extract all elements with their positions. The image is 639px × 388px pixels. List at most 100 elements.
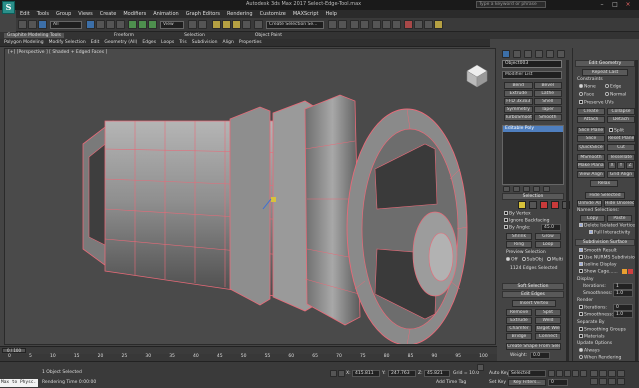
hide-unselected-button[interactable]: Hide Unselected [604,200,635,207]
extrude-button[interactable]: Extrude [504,90,533,97]
utilities-tab-icon[interactable] [557,50,565,58]
undo-icon[interactable] [18,20,27,29]
border-mode-icon[interactable] [540,201,548,209]
hide-selected-button[interactable]: Hide Selected [585,192,625,199]
edit-geometry-rollout[interactable]: Edit Geometry [575,60,635,67]
menu-modifiers[interactable]: Modifiers [123,11,146,17]
display-tab-icon[interactable] [546,50,554,58]
mirror-icon[interactable] [328,20,337,29]
align-icon[interactable] [338,20,347,29]
modifier-stack[interactable]: Editable Poly [502,125,564,185]
delete-isolated-checkbox[interactable]: Delete Isolated Vertices [579,223,637,229]
scene-explorer-icon[interactable] [350,20,359,29]
ribbon-tris[interactable]: Tris [179,40,187,45]
select-object-icon[interactable] [86,20,95,29]
bevel-button[interactable]: Bevel [533,82,562,89]
remove-button[interactable]: Remove [506,309,532,316]
insert-vertex-button[interactable]: Insert Vertex [512,300,556,307]
render-production-icon[interactable] [434,20,443,29]
render-setup-icon[interactable] [414,20,423,29]
full-interactivity-checkbox[interactable]: Full Interactivity [589,230,630,236]
redo-icon[interactable] [28,20,37,29]
preview-subobj-radio[interactable]: SubObj [521,257,543,263]
constraint-none-radio[interactable]: None [579,84,605,90]
scale-icon[interactable] [148,20,157,29]
menu-tools[interactable]: Tools [37,11,49,17]
select-by-name-icon[interactable] [96,20,105,29]
reference-coord-dropdown[interactable]: View [160,21,184,29]
create-shape-button[interactable]: Create Shape From Selection [506,343,561,350]
schematic-view-icon[interactable] [392,20,401,29]
edit-named-sets-icon[interactable] [254,20,263,29]
attach-button[interactable]: Attach [577,116,605,123]
reset-plane-button[interactable]: Reset Plane [607,135,635,142]
snap-icon[interactable] [212,20,221,29]
display-smoothness-spinner[interactable]: 1.0 [613,290,633,297]
menu-edit[interactable]: Edit [20,11,30,17]
menu-maxscript[interactable]: MAXScript [293,11,319,17]
orbit-icon[interactable] [608,378,616,385]
materials-checkbox[interactable]: Materials [579,334,605,340]
time-slider[interactable]: 0 / 100 [0,346,497,354]
update-when-rendering-radio[interactable]: When Rendering [579,355,621,361]
object-name-field[interactable]: Object003 [502,60,562,68]
rect-selection-icon[interactable] [106,20,115,29]
menu-animation[interactable]: Animation [153,11,179,17]
go-to-end-icon[interactable] [580,370,587,377]
menu-graph-editors[interactable]: Graph Editors [186,11,220,17]
use-nurms-checkbox[interactable]: Use NURMS Subdivision [579,255,638,261]
y-coord-field[interactable]: 247.763 [388,370,416,377]
pin-stack-icon[interactable] [503,186,510,192]
render-smoothness-checkbox[interactable]: Smoothness: [579,312,613,318]
ffd-button[interactable]: FFD 3x3x3 [504,98,533,105]
tab-selection[interactable]: Selection [184,33,205,38]
split-checkbox[interactable]: Split [609,128,624,134]
ribbon-subdivision[interactable]: Subdivision [192,40,218,45]
unhide-all-button[interactable]: Unhide All [577,200,602,207]
quickslice-button[interactable]: QuickSlice [577,144,605,151]
weight-spinner[interactable]: 0.0 [530,352,550,359]
tab-object-paint[interactable]: Object Paint [255,33,282,38]
edge-mode-icon[interactable] [529,201,537,209]
make-unique-icon[interactable] [523,186,530,192]
lock-selection-icon[interactable] [338,370,345,377]
angle-snap-icon[interactable] [222,20,231,29]
weld-button[interactable]: Weld [535,317,561,324]
render-smoothness-spinner[interactable]: 1.0 [613,311,633,318]
isolate-selection-icon[interactable] [330,370,337,377]
split-edges-button[interactable]: Split [535,309,561,316]
by-vertex-checkbox[interactable]: By Vertex [504,211,531,217]
tab-graphite-modeling[interactable]: Graphite Modeling Tools [4,33,65,38]
constraint-face-radio[interactable]: Face [579,91,605,97]
perspective-viewport[interactable]: [+] [Perspective ] [ Shaded + Edged Face… [4,48,496,345]
target-weld-button[interactable]: Target Weld [535,325,561,332]
z-coord-field[interactable]: 45.821 [424,370,450,377]
constraint-edge-radio[interactable]: Edge [605,84,631,90]
auto-key-label[interactable]: Auto Key [489,371,509,376]
layer-explorer-icon[interactable] [360,20,369,29]
play-icon[interactable] [564,370,571,377]
cut-button[interactable]: Cut [607,144,635,151]
zoom-all-icon[interactable] [599,370,607,377]
show-end-result-icon[interactable] [513,186,520,192]
right-panel-scrollbar[interactable] [635,60,638,372]
preview-multi-radio[interactable]: Multi [546,257,563,263]
configure-sets-icon[interactable] [543,186,550,192]
cage-selection-color-swatch[interactable] [628,269,633,274]
ribbon-align[interactable]: Align [223,40,234,45]
ribbon-properties[interactable]: Properties [239,40,262,45]
bend-button[interactable]: Bend [504,82,533,89]
field-of-view-icon[interactable] [590,378,598,385]
collapse-button[interactable]: Collapse [607,108,635,115]
show-cage-checkbox[interactable]: Show Cage...... [579,269,618,275]
preview-off-radio[interactable]: Off [506,257,518,263]
motion-tab-icon[interactable] [535,50,543,58]
tessellate-button[interactable]: Tessellate [607,154,635,161]
percent-snap-icon[interactable] [232,20,241,29]
app-logo-icon[interactable]: S [2,1,15,14]
tab-freeform[interactable]: Freeform [114,33,134,38]
loop-button[interactable]: Loop [535,241,561,248]
x-coord-field[interactable]: 415.811 [352,370,380,377]
display-iterations-spinner[interactable]: 1 [613,283,633,290]
preserve-uvs-checkbox[interactable]: Preserve UVs [579,100,614,106]
